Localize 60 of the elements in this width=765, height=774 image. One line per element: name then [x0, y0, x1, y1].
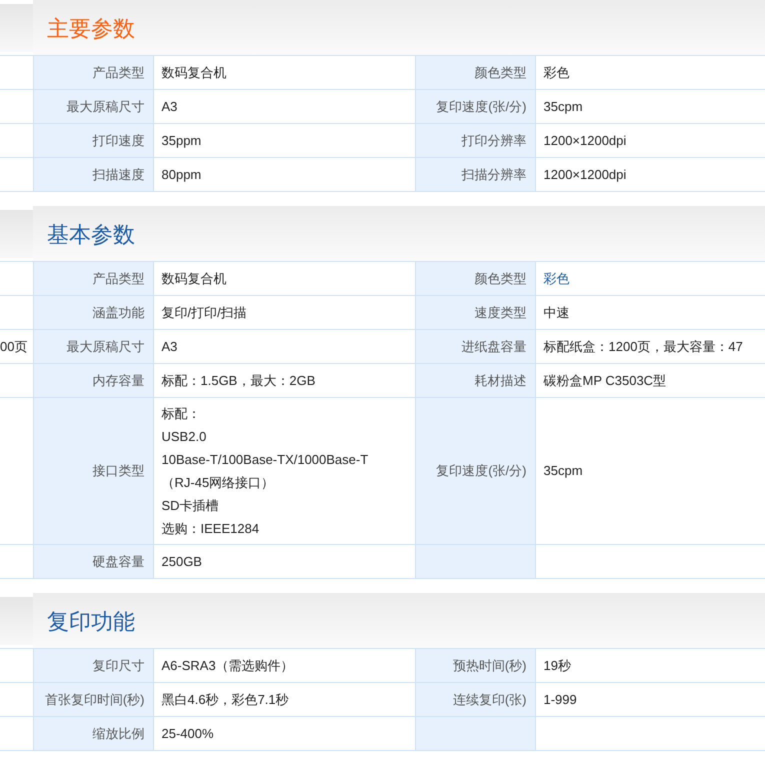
field-label: 打印分辨率	[462, 132, 526, 148]
header-bar-background	[0, 4, 33, 52]
field-label: 缩放比例	[92, 726, 144, 741]
section-title: 复印功能	[46, 608, 136, 636]
field-label: 耗材描述	[474, 372, 526, 388]
field-label: 首张复印时间(秒)	[44, 692, 144, 707]
field-value: 数码复合机	[162, 270, 226, 286]
field-value: 彩色	[544, 64, 570, 80]
field-value: 1-999	[544, 692, 577, 707]
field-value: 10Base-T/100Base-TX/1000Base-T	[162, 451, 370, 469]
field-label: 接口类型	[92, 463, 144, 478]
field-label: 颜色类型	[474, 64, 526, 80]
field-value: 标配：1.5GB，最大：2GB	[162, 372, 316, 388]
field-value: 35cpm	[544, 98, 583, 114]
field-value: A3	[162, 338, 178, 354]
field-value: 35ppm	[162, 132, 202, 148]
field-value: USB2.0	[162, 428, 208, 446]
field-value: 25-400%	[162, 726, 214, 741]
section-title: 主要参数	[46, 15, 136, 43]
field-value: 标配纸盒：1200页，最大容量：47	[544, 338, 743, 354]
field-value: 1200×1200dpi	[544, 166, 626, 182]
field-label: 复印速度(张/分)	[436, 98, 526, 114]
field-value: 复印/打印/扫描	[162, 304, 247, 320]
header-bar-background	[0, 596, 33, 644]
field-label: 扫描速度	[92, 166, 144, 182]
field-label: 进纸盘容量	[462, 338, 526, 354]
field-value: 数码复合机	[162, 64, 226, 80]
field-label: 硬盘容量	[92, 554, 144, 569]
field-value: 选购：IEEE1284	[162, 520, 260, 538]
field-label: 涵盖功能	[92, 304, 144, 320]
field-value: 19秒	[544, 658, 571, 673]
field-label: 颜色类型	[474, 270, 526, 286]
field-value: 中速	[544, 304, 570, 320]
field-value: SD卡插槽	[162, 497, 220, 515]
field-value: 黑白4.6秒，彩色7.1秒	[162, 692, 289, 707]
field-label: 打印速度	[92, 132, 144, 148]
field-label: 速度类型	[474, 304, 526, 320]
header-bar-background	[0, 210, 33, 258]
field-label: 产品类型	[92, 270, 144, 286]
field-label: 最大原稿尺寸	[66, 98, 144, 114]
field-label: 复印尺寸	[92, 658, 144, 673]
field-value: 80ppm	[162, 166, 202, 182]
field-value: 250GB	[162, 554, 202, 569]
field-value: （RJ-45网络接口）	[162, 474, 276, 492]
field-label: 最大原稿尺寸	[66, 338, 144, 354]
field-value: A6-SRA3（需选购件）	[162, 658, 294, 673]
field-value: 碳粉盒MP C3503C型	[544, 372, 666, 388]
field-label: 连续复印(张)	[452, 692, 526, 707]
field-label: 复印速度(张/分)	[436, 463, 526, 478]
value-link[interactable]: 彩色	[544, 270, 570, 286]
field-label: 预热时间(秒)	[452, 658, 526, 673]
field-label: 产品类型	[92, 64, 144, 80]
field-value: 35cpm	[544, 463, 583, 478]
field-label: 扫描分辨率	[462, 166, 526, 182]
field-label: 内存容量	[92, 372, 144, 388]
field-value: A3	[162, 98, 178, 114]
section-title: 基本参数	[46, 221, 136, 249]
field-value: 标配：	[162, 405, 202, 423]
table-cell: 00页	[0, 338, 28, 354]
field-value: 1200×1200dpi	[544, 132, 626, 148]
